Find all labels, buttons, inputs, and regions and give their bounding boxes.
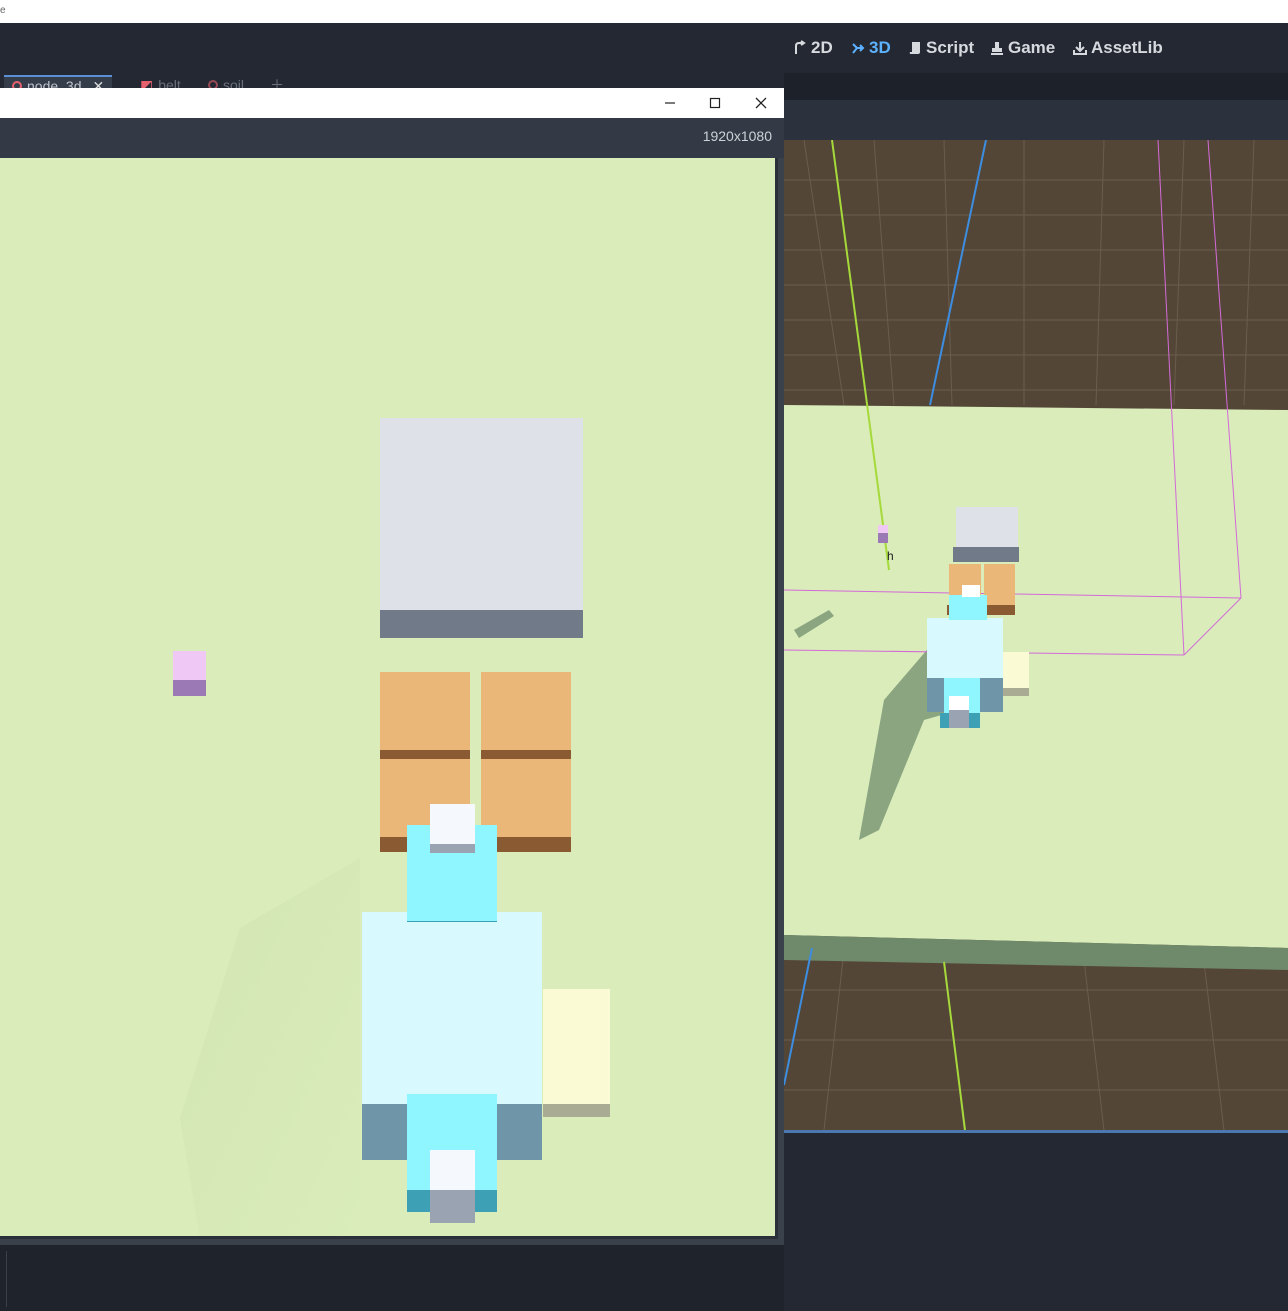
ground-shadow (180, 858, 360, 1236)
resolution-label: 1920x1080 (702, 128, 772, 144)
side-box (543, 989, 610, 1117)
player-foot-top (430, 1150, 475, 1190)
player-head-edge (407, 921, 497, 922)
player-head-top-side (430, 844, 475, 853)
workspace-assetlib-button[interactable]: AssetLib (1073, 36, 1163, 60)
player-head-top (430, 804, 475, 844)
crate-edge (481, 750, 571, 759)
item-cube (173, 651, 206, 696)
player-foot-top (949, 696, 969, 710)
close-icon (755, 97, 767, 109)
3d-editor-viewport[interactable]: h (784, 140, 1288, 1130)
editor-main-toolbar: 2D 3D Script Game AssetLib (0, 23, 1288, 73)
3d-icon (852, 43, 865, 54)
item-side (173, 680, 206, 696)
game-window-titlebar[interactable] (0, 88, 784, 118)
script-icon (909, 42, 920, 54)
ground-plane (784, 405, 1288, 948)
2d-icon (795, 40, 806, 54)
crate (481, 672, 571, 750)
side-box-bottom (1002, 688, 1029, 696)
viewport-toolbar (784, 100, 1288, 140)
side-box-edge (543, 1104, 610, 1117)
workspace-2d-button[interactable]: 2D (793, 36, 833, 60)
svg-text:h: h (887, 549, 894, 563)
crate-edge (380, 750, 470, 759)
player-foot-side (949, 710, 969, 728)
assetlib-icon (1073, 42, 1087, 55)
player-character (362, 804, 542, 1223)
scene-tabs-bar: node_3d ✕ ◩ belt soil ＋ (0, 73, 784, 89)
game-icon (991, 42, 1003, 55)
3d-scene-render: h (784, 140, 1288, 1130)
left-bottom-panel (0, 1245, 784, 1311)
minimize-icon (665, 102, 675, 104)
x-axis-line-lower (784, 947, 813, 1086)
maximize-icon (709, 97, 721, 109)
close-button[interactable] (748, 92, 774, 114)
crate (380, 672, 470, 750)
plus-icon: ＋ (270, 77, 284, 89)
maximize-button[interactable] (702, 92, 728, 114)
crate-right (984, 564, 1015, 612)
workspace-assetlib-label: AssetLib (1091, 38, 1163, 57)
tab-belt[interactable]: ◩ belt (140, 75, 181, 90)
game-window: 1920x1080 (0, 88, 784, 1245)
player-head-top (962, 585, 980, 597)
block-side (380, 610, 583, 638)
block-top (380, 418, 583, 610)
workspace-script-button[interactable]: Script (908, 36, 974, 60)
minimize-button[interactable] (657, 92, 683, 114)
workspace-game-button[interactable]: Game (990, 36, 1055, 60)
workspace-3d-label: 3D (869, 38, 891, 57)
tab-soil[interactable]: soil (208, 75, 244, 89)
player-body (927, 618, 1003, 678)
player-foot-side (430, 1190, 475, 1223)
os-window-title: e (0, 5, 6, 16)
game-scene-render (173, 418, 610, 1236)
workspace-3d-button[interactable]: 3D (851, 36, 891, 60)
workspace-script-label: Script (926, 38, 975, 57)
player-body (362, 912, 542, 1104)
os-window-titlebar[interactable]: e (0, 0, 1288, 23)
item-top (173, 651, 206, 680)
y-axis-line-lower (943, 961, 966, 1130)
workspace-game-label: Game (1008, 38, 1056, 57)
bottom-panel (784, 1130, 1288, 1311)
tab-node-3d[interactable]: node_3d ✕ (4, 75, 113, 89)
add-tab-button[interactable]: ＋ (270, 75, 284, 89)
game-viewport[interactable] (0, 158, 778, 1239)
side-box (1002, 652, 1029, 692)
side-box-top (543, 989, 610, 1104)
workspace-2d-label: 2D (811, 38, 833, 57)
stone-block (380, 418, 583, 638)
block-top (956, 507, 1018, 547)
game-window-toolbar: 1920x1080 (0, 118, 784, 158)
player-head (949, 595, 987, 620)
block-side (953, 547, 1019, 562)
